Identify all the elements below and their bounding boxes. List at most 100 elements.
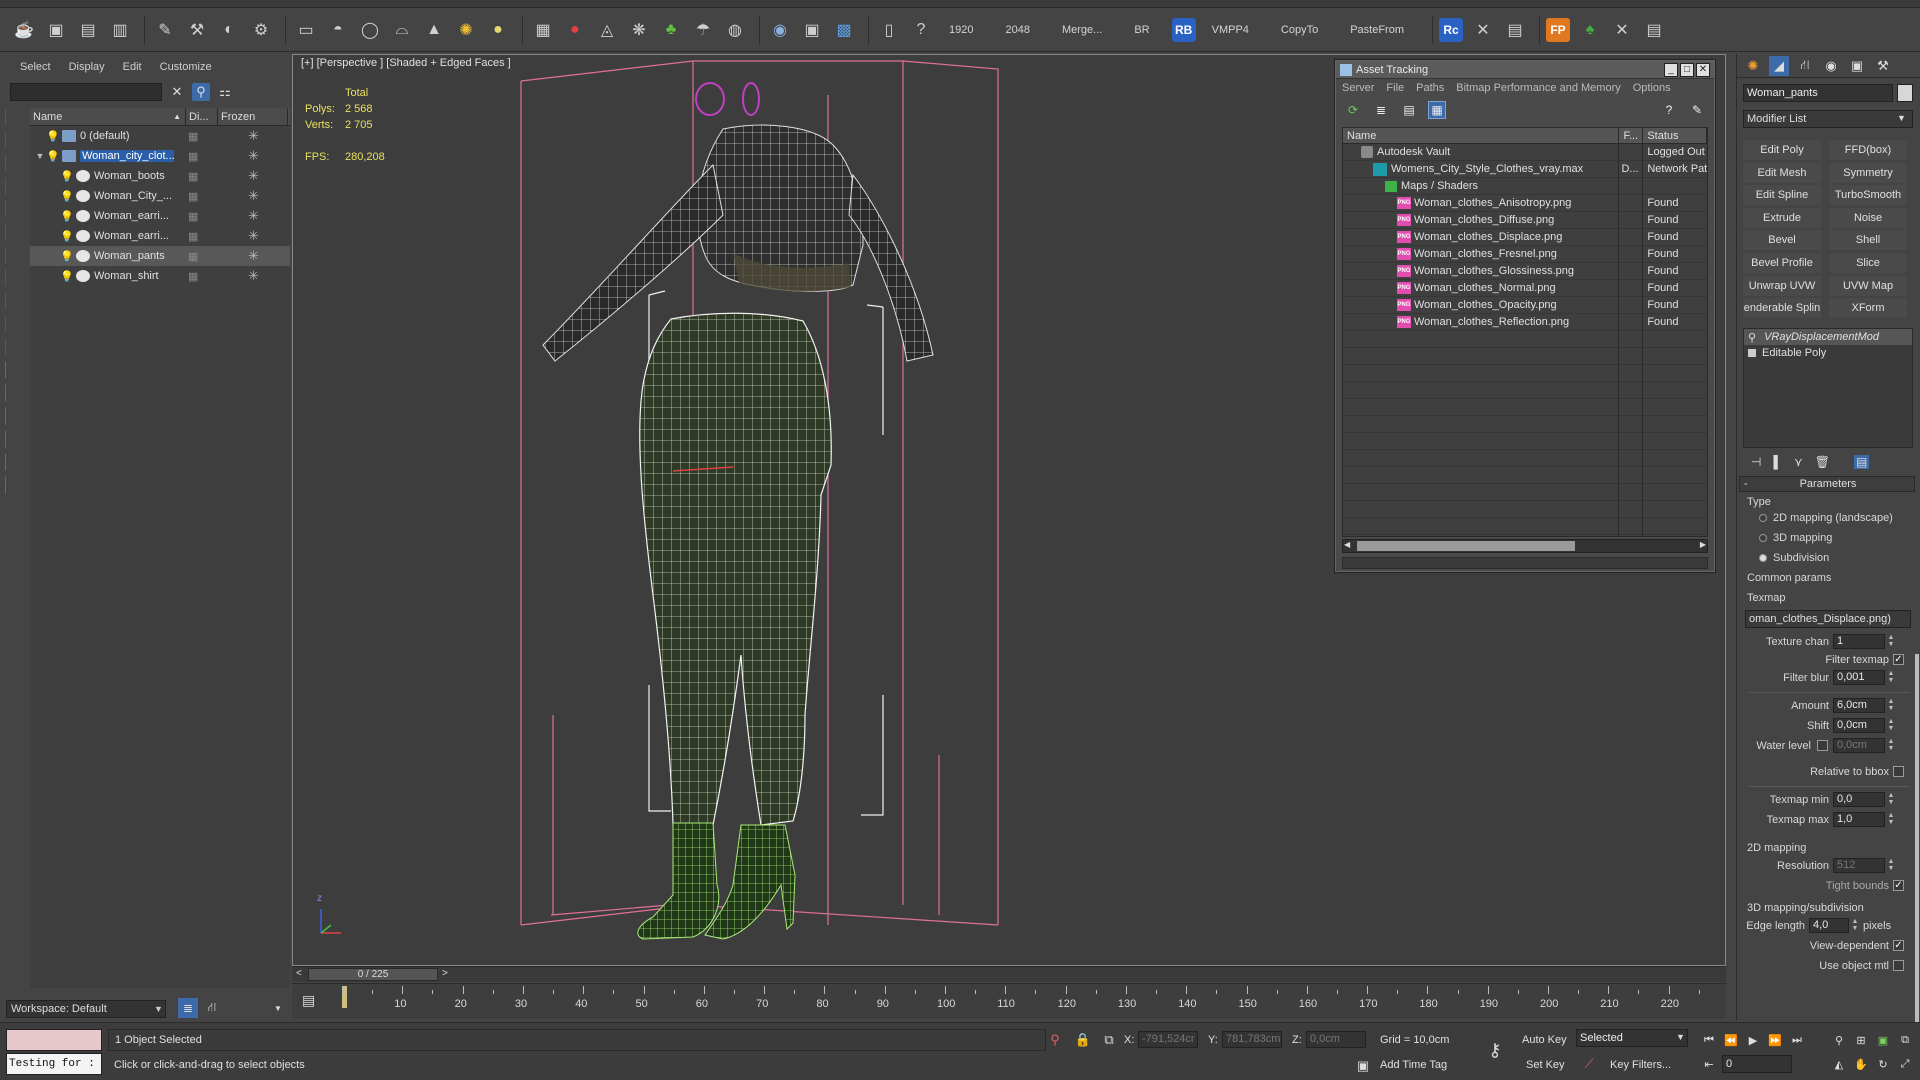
scene-tree-row[interactable]: ▼ 💡 Woman_city_clot... ▦ ✳ (30, 146, 290, 166)
y-coordinate-field[interactable]: 781,783cm (1222, 1031, 1282, 1048)
table-view-icon[interactable]: ▦ (1428, 101, 1446, 119)
display-icon[interactable]: ▦ (188, 190, 198, 203)
modifier-button[interactable]: Shell (1829, 230, 1907, 251)
time-tag-icon[interactable]: ▣ (1354, 1057, 1372, 1075)
frozen-icon[interactable]: ✳ (248, 208, 259, 224)
prev-frame-icon[interactable]: < (296, 968, 302, 979)
wrench-icon[interactable]: ⚒ (183, 16, 211, 44)
key-icon[interactable]: ⚷ (1486, 1040, 1504, 1060)
display-icon[interactable]: ▦ (188, 210, 198, 223)
scene-tree-row[interactable]: 💡 Woman_earri... ▦ ✳ (30, 206, 290, 226)
track-bar[interactable]: ▤ 10 20 30 40 50 60 70 80 90 100 110 120 130 140 150 16… (292, 983, 1726, 1019)
menu-display[interactable]: Display (69, 61, 105, 73)
key-set-dropdown[interactable]: Selected (1576, 1029, 1688, 1047)
key-filters-button[interactable]: Key Filters... (1610, 1059, 1671, 1071)
modifier-button[interactable]: Extrude (1743, 207, 1821, 228)
parameters-rollout-header[interactable]: - Parameters (1739, 476, 1915, 492)
water-level-checkbox[interactable] (1817, 740, 1828, 751)
asset-row[interactable]: PNG Woman_clothes_Glossiness.png Found (1343, 262, 1707, 280)
chevron-down-icon[interactable]: ▼ (268, 998, 288, 1018)
asset-horizontal-scrollbar[interactable]: ◀ ▶ (1342, 539, 1708, 553)
time-slider[interactable]: < 0 / 225 > (292, 966, 1726, 982)
fp-badge-button[interactable]: FP (1546, 17, 1570, 42)
menu-options[interactable]: Options (1633, 82, 1671, 94)
asset-path-field[interactable] (1342, 557, 1708, 569)
proxy-icon[interactable]: ● (561, 16, 589, 44)
set-key-button[interactable]: Set Key (1526, 1059, 1565, 1071)
lock-icon[interactable]: 🔒 (1074, 1031, 1092, 1049)
amount-spinner[interactable]: 6,0cm (1833, 698, 1885, 713)
remove-modifier-icon[interactable]: 🗑 (1815, 455, 1830, 469)
toolbar-text-button[interactable]: 1920 (939, 16, 983, 44)
scene-tree-row[interactable]: 💡 Woman_shirt ▦ ✳ (30, 266, 290, 286)
modifier-button[interactable]: Edit Spline (1743, 185, 1821, 206)
visibility-bulb-icon[interactable]: 💡 (60, 210, 74, 223)
frozen-icon[interactable]: ✳ (248, 248, 259, 264)
asset-tracking-titlebar[interactable]: Asset Tracking _ □ ✕ (1336, 61, 1714, 79)
menu-select[interactable]: Select (20, 61, 51, 73)
next-frame-icon[interactable]: ⏩ (1766, 1031, 1784, 1049)
modifier-button[interactable]: enderable Splin (1743, 298, 1821, 319)
scene-tree-row[interactable]: 💡 0 (default) ▦ ✳ (30, 126, 290, 146)
display-icon[interactable]: ▦ (188, 130, 198, 143)
tree-icon[interactable]: ♠ (1576, 16, 1604, 44)
workspace-dropdown[interactable]: Workspace: Default (6, 1000, 166, 1018)
radio-2d-landscape[interactable]: 2D mapping (landscape) (1759, 512, 1893, 524)
make-unique-icon[interactable]: ⋎ (1794, 455, 1803, 469)
rb-badge-button[interactable]: RB (1171, 17, 1196, 42)
asset-row[interactable]: PNG Woman_clothes_Displace.png Found (1343, 228, 1707, 246)
fur-icon[interactable]: ❋ (625, 16, 653, 44)
frozen-icon[interactable]: ✳ (248, 148, 259, 164)
table-icon[interactable]: ▤ (1501, 16, 1529, 44)
add-time-tag[interactable]: Add Time Tag (1380, 1059, 1447, 1071)
filter-texmap-checkbox[interactable]: ✓ (1893, 654, 1904, 665)
ball-icon[interactable]: ◍ (721, 16, 749, 44)
spiral-icon[interactable]: ◐ (215, 16, 243, 44)
modifier-button[interactable]: Edit Mesh (1743, 162, 1821, 183)
tight-bounds-checkbox[interactable]: ✓ (1893, 880, 1904, 891)
maximize-viewport-icon[interactable]: ⤢ (1896, 1055, 1914, 1073)
globe-icon[interactable]: ◉ (766, 16, 794, 44)
list-view-icon[interactable]: ≣ (1372, 101, 1390, 119)
expand-icon[interactable]: ▼ (34, 151, 46, 161)
view-dependent-checkbox[interactable]: ✓ (1893, 940, 1904, 951)
spinner-arrows-icon[interactable]: ▲ ▼ (1851, 918, 1859, 932)
asset-row[interactable]: PNG Woman_clothes_Fresnel.png Found (1343, 245, 1707, 263)
display-icon[interactable]: ▦ (188, 170, 198, 183)
batch-icon[interactable]: ▯ (875, 16, 903, 44)
spinner-arrows-icon[interactable]: ▲ ▼ (1887, 698, 1895, 712)
menu-edit[interactable]: Edit (123, 61, 142, 73)
scene-tree-row[interactable]: 💡 Woman_pants ▦ ✳ (30, 246, 290, 266)
toolbar-text-button[interactable]: BR (1124, 16, 1159, 44)
show-end-result-icon[interactable]: ▌ (1773, 455, 1782, 469)
help-icon[interactable]: ? (1660, 101, 1678, 119)
frozen-icon[interactable]: ✳ (248, 168, 259, 184)
use-object-mtl-checkbox[interactable] (1893, 960, 1904, 971)
detail-view-icon[interactable]: ▤ (1400, 101, 1418, 119)
asset-row[interactable]: PNG Woman_clothes_Reflection.png Found (1343, 313, 1707, 331)
radio-3d-mapping[interactable]: 3D mapping (1759, 532, 1832, 544)
spinner-arrows-icon[interactable]: ▲ ▼ (1887, 634, 1895, 648)
modifier-button[interactable]: Noise (1829, 207, 1907, 228)
asset-row[interactable]: PNG Woman_clothes_Anisotropy.png Found (1343, 194, 1707, 212)
visibility-bulb-icon[interactable]: 💡 (60, 230, 74, 243)
utilities-tab-icon[interactable]: ⚒ (1873, 56, 1893, 76)
maximize-button[interactable]: □ (1680, 62, 1694, 77)
z-coordinate-field[interactable]: 0,0cm (1306, 1031, 1366, 1048)
modifier-button[interactable]: FFD(box) (1829, 140, 1907, 160)
display-icon[interactable]: ▦ (188, 150, 198, 163)
toolbar-text-button[interactable]: Merge... (1052, 16, 1112, 44)
refresh-icon[interactable]: ⟳ (1344, 101, 1362, 119)
toolbar-text-button[interactable]: VMPP4 (1202, 16, 1259, 44)
menu-bitmap-performance[interactable]: Bitmap Performance and Memory (1456, 82, 1620, 94)
column-display[interactable]: Di... (186, 108, 218, 125)
spinner-arrows-icon[interactable]: ▲ ▼ (1887, 858, 1895, 872)
menu-server[interactable]: Server (1342, 82, 1374, 94)
modifier-button[interactable]: UVW Map (1829, 275, 1907, 296)
isolate-icon[interactable]: ⚲ (1046, 1031, 1064, 1049)
asset-row[interactable]: Autodesk Vault Logged Out (1343, 143, 1707, 161)
scene-search-input[interactable] (10, 83, 162, 101)
asset-row[interactable]: PNG Woman_clothes_Normal.png Found (1343, 279, 1707, 297)
tools2-icon[interactable]: ✕ (1608, 16, 1636, 44)
go-to-start-icon[interactable]: ⏮ (1700, 1031, 1718, 1049)
